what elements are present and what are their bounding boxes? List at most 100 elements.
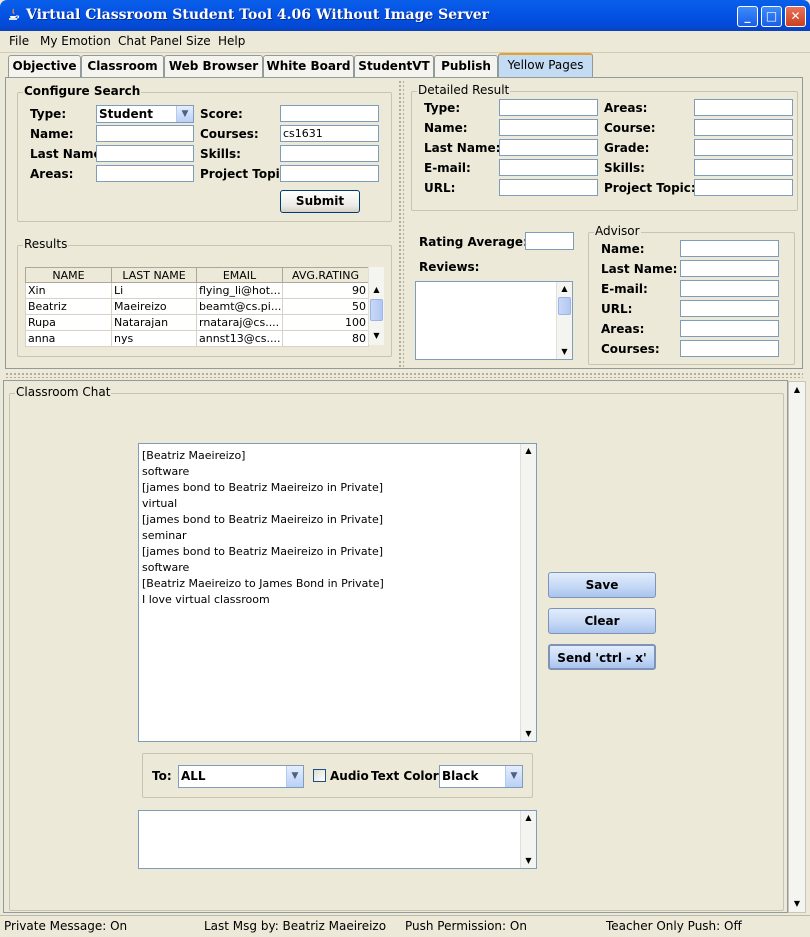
chat-log-scrollbar[interactable]: ▲ ▼ [520,444,536,741]
cell-name[interactable]: Xin [25,282,112,299]
cell-last-name[interactable]: Maeireizo [111,298,197,315]
results-header-row: NAME LAST NAME EMAIL AVG.RATING [25,267,369,283]
cell-email[interactable]: beamt@cs.pi... [196,298,283,315]
submit-button[interactable]: Submit [280,190,360,213]
detail-type-field[interactable] [499,99,598,116]
project-topic-input[interactable] [280,165,379,182]
detail-last-name-field[interactable] [499,139,598,156]
detail-project-topic-field[interactable] [694,179,793,196]
horizontal-splitter[interactable] [5,372,803,378]
areas-input[interactable] [96,165,194,182]
tab-web-browser[interactable]: Web Browser [164,55,263,77]
tab-white-board[interactable]: White Board [263,55,354,77]
advisor-last-name-field[interactable] [680,260,779,277]
col-header-name[interactable]: NAME [25,267,112,283]
chat-input-scrollbar[interactable]: ▲ ▼ [520,811,536,868]
results-table[interactable]: NAME LAST NAME EMAIL AVG.RATING Xin Li fly… [25,267,369,347]
cell-rating[interactable]: 50 [282,298,369,315]
skills-input[interactable] [280,145,379,162]
courses-label: Courses: [200,127,259,141]
scroll-down-icon[interactable]: ▼ [557,345,572,359]
scroll-up-icon[interactable]: ▲ [557,282,572,296]
table-row[interactable]: Beatriz Maeireizo beamt@cs.pi... 50 [25,298,369,315]
cell-last-name[interactable]: nys [111,330,197,347]
title-bar[interactable]: Virtual Classroom Student Tool 4.06 With… [0,0,810,31]
col-header-last-name[interactable]: LAST NAME [111,267,197,283]
scroll-thumb[interactable] [370,299,383,321]
cell-last-name[interactable]: Natarajan [111,314,197,331]
table-row[interactable]: anna nys annst13@cs.... 80 [25,330,369,347]
scroll-up-icon[interactable]: ▲ [521,811,536,825]
tab-classroom[interactable]: Classroom [81,55,164,77]
menu-help[interactable]: Help [218,34,245,48]
detail-url-label: URL: [424,181,456,195]
audio-checkbox[interactable] [313,769,326,782]
score-input[interactable] [280,105,379,122]
chat-log[interactable]: [Beatriz Maeireizo] software [james bond… [138,443,537,742]
cell-email[interactable]: rnataraj@cs.... [196,314,283,331]
tab-publish[interactable]: Publish [434,55,498,77]
advisor-url-field[interactable] [680,300,779,317]
menu-chat-panel-size[interactable]: Chat Panel Size [118,34,211,48]
table-row[interactable]: Xin Li flying_li@hot... 90 [25,282,369,299]
cell-last-name[interactable]: Li [111,282,197,299]
last-name-input[interactable] [96,145,194,162]
advisor-areas-field[interactable] [680,320,779,337]
cell-email[interactable]: flying_li@hot... [196,282,283,299]
detail-grade-field[interactable] [694,139,793,156]
scroll-down-icon[interactable]: ▼ [369,329,384,343]
cell-name[interactable]: Beatriz [25,298,112,315]
close-button[interactable]: ✕ [785,6,806,27]
type-select[interactable]: Student ▼ [96,105,194,123]
text-color-select[interactable]: Black ▼ [439,765,523,788]
reviews-textarea[interactable]: ▲ ▼ [415,281,573,360]
reviews-scrollbar[interactable]: ▲ ▼ [556,282,572,359]
detail-url-field[interactable] [499,179,598,196]
courses-input[interactable]: cs1631 [280,125,379,142]
cell-name[interactable]: anna [25,330,112,347]
vertical-splitter[interactable] [398,80,404,367]
detail-areas-field[interactable] [694,99,793,116]
advisor-name-field[interactable] [680,240,779,257]
clear-button[interactable]: Clear [548,608,656,634]
col-header-avg-rating[interactable]: AVG.RATING [282,267,369,283]
cell-rating[interactable]: 90 [282,282,369,299]
menu-my-emotion[interactable]: My Emotion [40,34,111,48]
rating-average-field[interactable] [525,232,574,250]
save-button[interactable]: Save [548,572,656,598]
chat-input[interactable]: ▲ ▼ [138,810,537,869]
tab-objective[interactable]: Objective [8,55,81,77]
scroll-down-icon[interactable]: ▼ [521,727,536,741]
cell-rating[interactable]: 80 [282,330,369,347]
cell-name[interactable]: Rupa [25,314,112,331]
col-header-email[interactable]: EMAIL [196,267,283,283]
cell-email[interactable]: annst13@cs.... [196,330,283,347]
chat-panel-scrollbar[interactable]: ▲ ▼ [788,381,806,913]
name-input[interactable] [96,125,194,142]
tab-yellow-pages[interactable]: Yellow Pages [498,53,593,77]
scroll-up-icon[interactable]: ▲ [369,283,384,297]
send-button[interactable]: Send 'ctrl - x' [548,644,656,670]
scroll-down-icon[interactable]: ▼ [521,854,536,868]
scroll-up-icon[interactable]: ▲ [789,383,805,397]
audio-label[interactable]: Audio [330,769,369,783]
minimize-button[interactable]: _ [737,6,758,27]
scroll-down-icon[interactable]: ▼ [789,897,805,911]
menu-file[interactable]: File [9,34,29,48]
detail-email-field[interactable] [499,159,598,176]
tab-studentvt[interactable]: StudentVT [354,55,434,77]
scroll-up-icon[interactable]: ▲ [521,444,536,458]
cell-rating[interactable]: 100 [282,314,369,331]
advisor-courses-field[interactable] [680,340,779,357]
detail-skills-field[interactable] [694,159,793,176]
table-row[interactable]: Rupa Natarajan rnataraj@cs.... 100 [25,314,369,331]
detail-name-field[interactable] [499,119,598,136]
detail-course-field[interactable] [694,119,793,136]
results-scrollbar[interactable]: ▲ ▼ [368,267,384,345]
to-select[interactable]: ALL ▼ [178,765,304,788]
tab-bar: Objective Classroom Web Browser White Bo… [0,53,810,77]
advisor-email-field[interactable] [680,280,779,297]
chat-message: [james bond to Beatriz Maeireizo in Priv… [142,481,384,494]
maximize-button[interactable]: □ [761,6,782,27]
scroll-thumb[interactable] [558,297,571,315]
